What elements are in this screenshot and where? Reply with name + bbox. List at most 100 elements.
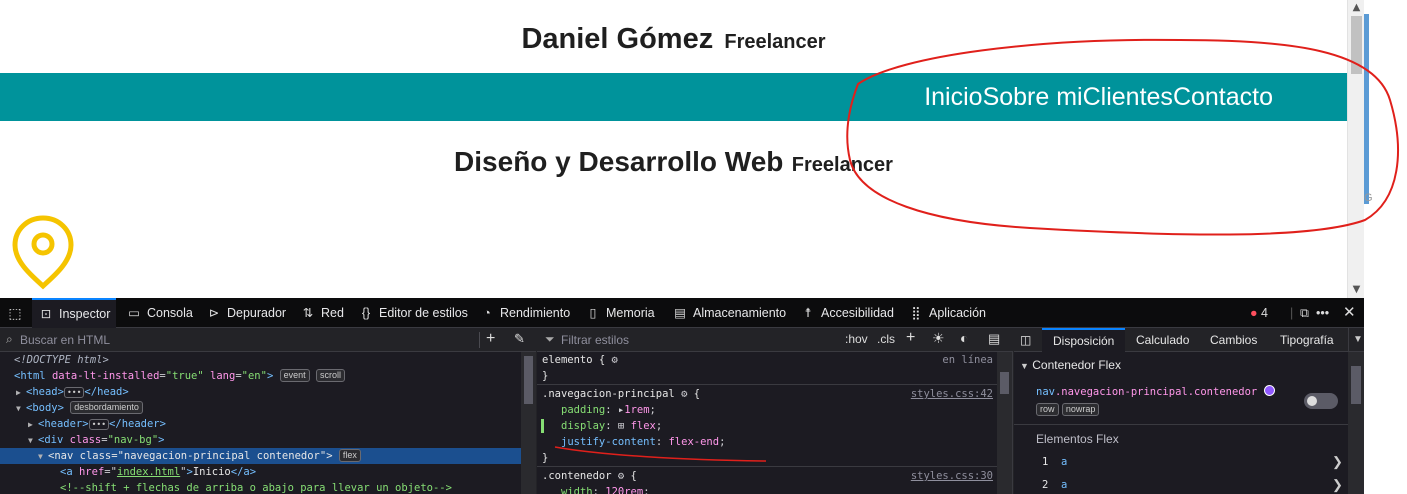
- tree-node-html[interactable]: <html data-lt-installed="true" lang="en"…: [0, 368, 521, 384]
- hover-states-toggle[interactable]: :hov: [845, 332, 868, 346]
- collapse-arrow-icon[interactable]: ▼: [28, 433, 38, 449]
- declaration-width[interactable]: width: 120rem;: [537, 484, 997, 494]
- page-scrollbar[interactable]: ▲ ▼: [1347, 0, 1364, 298]
- light-theme-icon[interactable]: ☀: [932, 330, 945, 347]
- scrollbar-thumb[interactable]: [1000, 372, 1009, 394]
- overflow-badge[interactable]: desbordamiento: [70, 401, 143, 414]
- dark-theme-icon[interactable]: ◐: [960, 330, 968, 346]
- property-value[interactable]: flex-end: [668, 436, 719, 448]
- chevron-right-icon[interactable]: ❯: [1332, 454, 1343, 470]
- tab-depurador[interactable]: ⊳ Depurador: [206, 298, 286, 328]
- node-text: Inicio: [192, 466, 231, 478]
- tree-node-head[interactable]: ▶ <head> ••• </head>: [0, 384, 521, 400]
- more-options-icon[interactable]: •••: [1316, 298, 1329, 328]
- declaration-display[interactable]: display: ⊞ flex;: [537, 418, 997, 434]
- tree-node-header[interactable]: ▶ <header> ••• </header>: [0, 416, 521, 432]
- property-name[interactable]: justify-content: [561, 436, 656, 448]
- scroll-down-arrow-icon[interactable]: ▼: [1348, 282, 1365, 298]
- property-name[interactable]: padding: [561, 404, 605, 416]
- nav-link-inicio[interactable]: Inicio: [924, 83, 982, 111]
- flexbox-highlighter-icon[interactable]: ⊞: [618, 420, 624, 432]
- collapsed-content-icon[interactable]: •••: [63, 387, 85, 398]
- close-icon[interactable]: ✕: [1343, 298, 1356, 328]
- element-picker-icon[interactable]: ⬚: [0, 298, 30, 328]
- rule-source-link[interactable]: styles.css:42: [911, 386, 993, 402]
- flex-badge[interactable]: flex: [338, 449, 361, 462]
- tab-consola[interactable]: ▭ Consola: [126, 298, 193, 328]
- html-tree-scrollbar[interactable]: [521, 352, 536, 494]
- declaration-justify-content[interactable]: justify-content: flex-end;: [537, 434, 997, 450]
- tab-rendimiento[interactable]: ◔ Rendimiento: [479, 298, 570, 328]
- rules-scrollbar[interactable]: [997, 352, 1012, 494]
- scroll-up-arrow-icon[interactable]: ▲: [1348, 0, 1365, 16]
- flex-container-section[interactable]: ▼ Contenedor Flex: [1020, 358, 1354, 372]
- error-indicator[interactable]: ● 4: [1250, 298, 1268, 328]
- nav-link-clientes[interactable]: Clientes: [1083, 83, 1173, 111]
- nav-link-contacto[interactable]: Contacto: [1173, 83, 1273, 111]
- scroll-badge[interactable]: scroll: [315, 369, 345, 382]
- add-rule-icon[interactable]: +: [906, 329, 915, 347]
- filter-styles-input[interactable]: Filtrar estilos: [561, 333, 629, 347]
- add-node-icon[interactable]: +: [486, 330, 495, 348]
- tab-accesibilidad[interactable]: ☨ Accesibilidad: [800, 298, 894, 328]
- tab-editor-estilos[interactable]: {} Editor de estilos: [358, 298, 468, 328]
- tab-aplicacion[interactable]: ⣿ Aplicación: [908, 298, 986, 328]
- tab-memoria[interactable]: ▯ Memoria: [585, 298, 655, 328]
- eyedropper-icon[interactable]: ✎: [514, 331, 525, 347]
- property-value[interactable]: 120rem: [605, 486, 643, 494]
- collapse-arrow-icon[interactable]: ▼: [38, 449, 48, 465]
- flex-item-row[interactable]: 1 a: [1042, 456, 1376, 468]
- flex-item-row[interactable]: 2 a: [1042, 479, 1376, 491]
- declaration-padding[interactable]: padding: ▸1rem;: [537, 402, 997, 418]
- property-value[interactable]: 1rem: [624, 404, 649, 416]
- scrollbar-thumb[interactable]: [1351, 366, 1361, 404]
- rule-element[interactable]: elemento { ⚙ en línea: [537, 352, 997, 368]
- rule-source-link[interactable]: styles.css:30: [911, 468, 993, 484]
- tree-node-comment[interactable]: <!--shift + flechas de arriba o abajo pa…: [0, 480, 521, 494]
- highlight-color-swatch[interactable]: [1263, 385, 1275, 396]
- tab-cambios[interactable]: Cambios: [1210, 328, 1257, 352]
- tree-node-doctype[interactable]: <!DOCTYPE html>: [0, 352, 521, 368]
- nav-link-sobre-mi[interactable]: Sobre mi: [983, 83, 1083, 111]
- tab-almacenamiento[interactable]: ▤ Almacenamiento: [672, 298, 786, 328]
- tab-red[interactable]: ⇅ Red: [300, 298, 344, 328]
- expand-arrow-icon[interactable]: ▶: [28, 417, 38, 433]
- gear-icon[interactable]: ⚙: [612, 354, 618, 366]
- collapsed-content-icon[interactable]: •••: [88, 419, 110, 430]
- gear-icon[interactable]: ⚙: [618, 470, 624, 482]
- property-value[interactable]: flex: [631, 420, 656, 432]
- toggle-sidebar-icon[interactable]: ◫: [1020, 328, 1031, 352]
- print-media-icon[interactable]: ▤: [988, 331, 1000, 347]
- flex-highlighter-toggle[interactable]: [1304, 393, 1338, 409]
- html-search-bar[interactable]: ⌕ Buscar en HTML + ✎: [0, 328, 536, 352]
- dock-icon[interactable]: ⧉: [1300, 298, 1309, 328]
- collapse-arrow-icon[interactable]: ▼: [16, 401, 26, 417]
- divider: [479, 332, 480, 348]
- tree-node-div[interactable]: ▼ <div class="nav-bg">: [0, 432, 521, 448]
- attr-value[interactable]: index.html: [117, 466, 180, 478]
- tab-inspector[interactable]: ⊡ Inspector: [32, 298, 117, 328]
- property-name[interactable]: width: [561, 486, 593, 494]
- page-scrollbar-thumb[interactable]: [1351, 16, 1362, 74]
- tab-calculado[interactable]: Calculado: [1136, 328, 1189, 352]
- tree-node-body[interactable]: ▼ <body> desbordamiento: [0, 400, 521, 416]
- tab-disposicion[interactable]: Disposición: [1042, 328, 1126, 352]
- tree-node-a[interactable]: <a href="index.html">Inicio</a>: [0, 464, 521, 480]
- rule-navegacion-principal[interactable]: .navegacion-principal ⚙ {styles.css:42: [537, 386, 997, 402]
- event-badge[interactable]: event: [279, 369, 310, 382]
- tab-tipografia[interactable]: Tipografía: [1280, 328, 1334, 352]
- rule-contenedor[interactable]: .contenedor ⚙ {styles.css:30: [537, 468, 997, 484]
- expand-arrow-icon[interactable]: ▶: [16, 385, 26, 401]
- filter-styles-bar[interactable]: ⏷ Filtrar estilos :hov .cls + ☀ ◐ ▤: [537, 328, 1013, 352]
- scrollbar-thumb[interactable]: [524, 356, 533, 404]
- performance-icon: ◔: [483, 306, 491, 320]
- collapse-arrow-icon[interactable]: ▼: [1020, 361, 1029, 371]
- tree-node-nav-selected[interactable]: ▼ <nav class="navegacion-principal conten…: [0, 448, 521, 464]
- property-name[interactable]: display: [561, 420, 605, 432]
- html-search-input[interactable]: Buscar en HTML: [20, 333, 110, 347]
- layout-scrollbar[interactable]: [1348, 352, 1364, 494]
- classes-toggle[interactable]: .cls: [877, 332, 895, 346]
- chevron-right-icon[interactable]: ❯: [1332, 477, 1343, 493]
- tabs-overflow-icon[interactable]: ▼: [1348, 328, 1363, 352]
- gear-icon[interactable]: ⚙: [681, 388, 687, 400]
